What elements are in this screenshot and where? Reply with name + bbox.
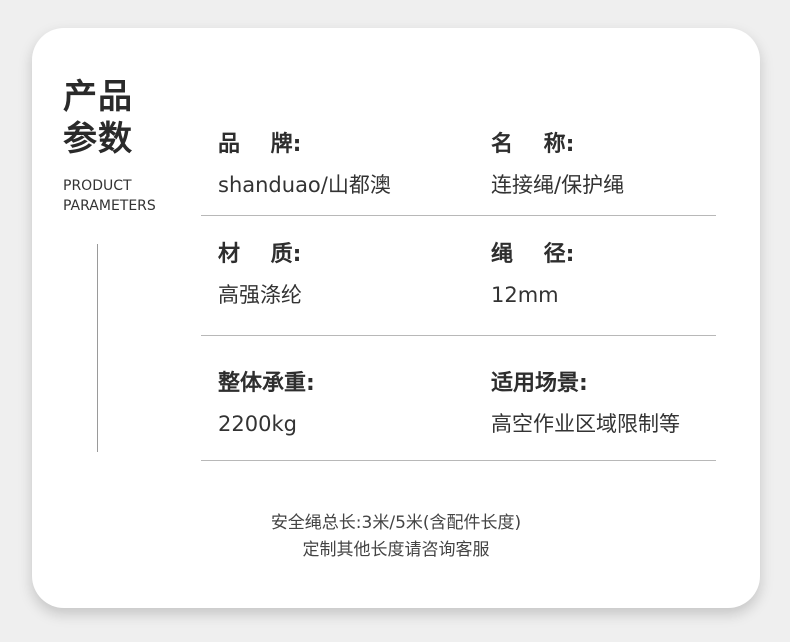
- parameter-row: 材 质: 高强涤纶 绳 径: 12mm: [201, 216, 716, 336]
- note-custom: 定制其他长度请咨询客服: [302, 540, 490, 560]
- param-label: 整体承重:: [218, 371, 315, 396]
- parameter-row: 品 牌: shanduao/山都澳 名 称: 连接绳/保护绳: [201, 110, 716, 216]
- title-line-2: 参数: [63, 119, 133, 159]
- param-label: 绳 径:: [491, 242, 575, 267]
- param-value: shanduao/山都澳: [218, 173, 391, 197]
- title-block: 产品 参数 PRODUCT PARAMETERS: [63, 76, 156, 216]
- param-material: 材 质: 高强涤纶: [218, 240, 302, 310]
- product-parameters-card: 产品 参数 PRODUCT PARAMETERS 品 牌: shanduao/山…: [32, 28, 760, 608]
- param-label: 品 牌:: [218, 132, 302, 157]
- subtitle-line-2: PARAMETERS: [63, 198, 156, 214]
- param-value: 连接绳/保护绳: [491, 173, 625, 197]
- subtitle-line-1: PRODUCT: [63, 178, 132, 194]
- note-length: 安全绳总长:3米/5米(含配件长度): [270, 513, 522, 533]
- param-value: 2200kg: [218, 412, 297, 436]
- param-load: 整体承重: 2200kg: [218, 369, 315, 439]
- param-scenario: 适用场景: 高空作业区域限制等: [491, 369, 680, 439]
- notes: 安全绳总长:3米/5米(含配件长度) 定制其他长度请咨询客服: [32, 510, 760, 564]
- param-label: 材 质:: [218, 242, 302, 267]
- param-name: 名 称: 连接绳/保护绳: [491, 130, 624, 200]
- param-diameter: 绳 径: 12mm: [491, 240, 574, 310]
- subtitle: PRODUCT PARAMETERS: [63, 176, 156, 216]
- parameter-grid: 品 牌: shanduao/山都澳 名 称: 连接绳/保护绳 材 质: 高强涤纶…: [201, 110, 716, 461]
- param-value: 高空作业区域限制等: [491, 412, 680, 436]
- param-value: 12mm: [491, 283, 559, 307]
- param-label: 名 称:: [491, 132, 575, 157]
- vertical-divider: [97, 244, 98, 452]
- title-line-1: 产品: [63, 77, 133, 117]
- param-brand: 品 牌: shanduao/山都澳: [218, 130, 391, 200]
- param-label: 适用场景:: [491, 371, 588, 396]
- param-value: 高强涤纶: [218, 283, 302, 307]
- parameter-row: 整体承重: 2200kg 适用场景: 高空作业区域限制等: [201, 336, 716, 461]
